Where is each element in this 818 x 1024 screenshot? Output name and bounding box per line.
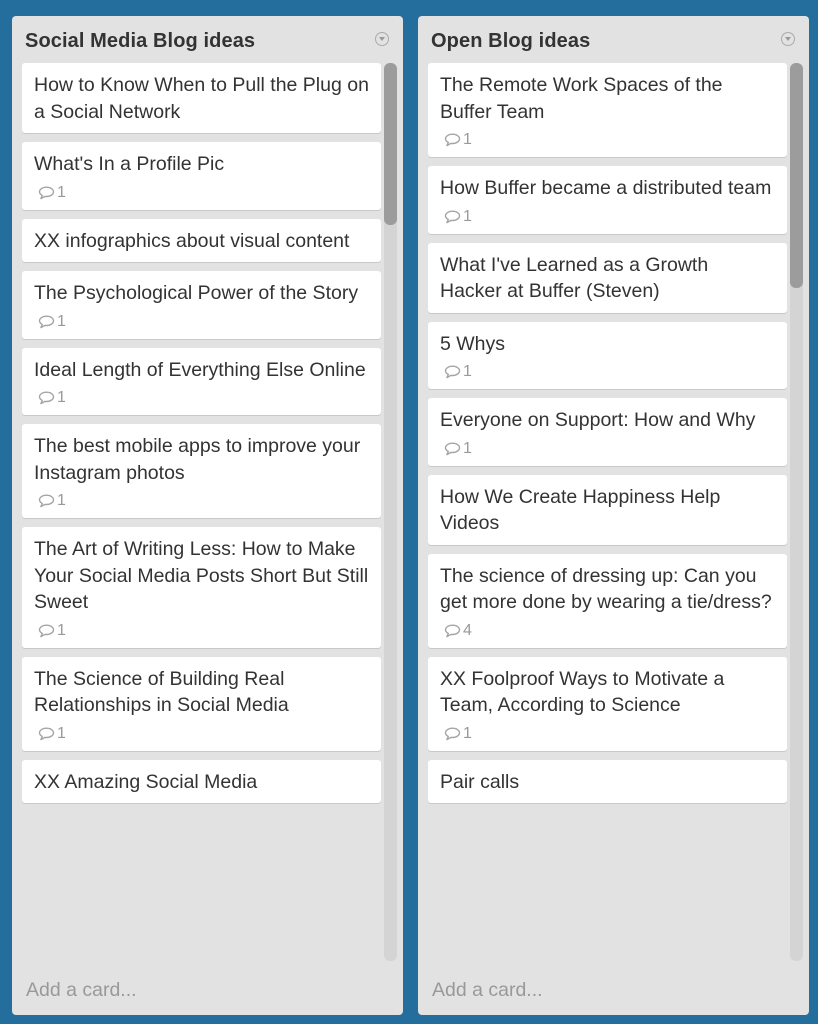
card[interactable]: The Psychological Power of the Story 1 [22,271,381,339]
scrollbar-thumb[interactable] [384,63,397,225]
card-title: The best mobile apps to improve your Ins… [34,435,361,484]
comment-icon [444,365,461,379]
card[interactable]: Pair calls [428,759,787,803]
card-title: What's In a Profile Pic [34,153,225,175]
comment-badge: 1 [440,725,775,743]
cards-container: The Remote Work Spaces of the Buffer Tea… [428,63,787,961]
comment-icon [444,727,461,740]
comment-icon [444,133,461,147]
card[interactable]: How We Create Happiness Help Videos [428,474,787,545]
card[interactable]: XX Foolproof Ways to Motivate a Team, Ac… [428,656,787,751]
card-title: What I've Learned as a Growth Hacker at … [440,253,709,303]
card[interactable]: What's In a Profile Pic 1 [22,142,381,210]
card[interactable]: The Remote Work Spaces of the Buffer Tea… [428,63,787,157]
add-card-button[interactable]: Add a card... [432,979,543,1002]
comment-count: 1 [463,207,472,225]
comment-badge: 1 [34,184,369,202]
card-title: How to Know When to Pull the Plug on a S… [34,74,369,123]
comment-icon [444,442,461,455]
comment-count: 1 [57,492,66,509]
card-title: Ideal Length of Everything Else Online [34,358,366,381]
card-title: The Art of Writing Less: How to Make You… [34,538,369,613]
comment-badge: 1 [34,725,369,743]
card-title: Everyone on Support: How and Why [440,409,756,431]
scrollbar-thumb[interactable] [790,63,803,288]
comment-icon [38,624,55,637]
card-title: How We Create Happiness Help Videos [440,485,721,535]
list-title: Social Media Blog ideas [25,30,256,52]
card-title: 5 Whys [440,332,506,355]
comment-badge: 1 [34,389,369,407]
cards-container: How to Know When to Pull the Plug on a S… [22,63,381,961]
comment-count: 1 [57,724,66,742]
comment-count: 1 [463,131,472,148]
comment-count: 1 [463,724,472,742]
card[interactable]: The best mobile apps to improve your Ins… [22,424,381,518]
add-card-button[interactable]: Add a card... [26,979,137,1002]
comment-count: 1 [57,183,66,201]
comment-badge: 1 [440,440,775,458]
card-title: XX Foolproof Ways to Motivate a Team, Ac… [440,667,725,717]
card[interactable]: The Art of Writing Less: How to Make You… [22,527,381,648]
list-header: Open Blog ideas [431,28,799,54]
comment-icon [38,315,55,328]
card-title: The Science of Building Real Relationshi… [34,667,289,717]
comment-icon [38,727,55,740]
chevron-down-circle-icon[interactable] [781,32,795,46]
card-title: How Buffer became a distributed team [440,177,772,199]
list-title: Open Blog ideas [431,30,591,52]
comment-badge: 1 [34,622,369,640]
comment-icon [38,494,55,508]
scrollbar[interactable] [384,63,397,961]
comment-badge: 4 [440,622,775,640]
scrollbar[interactable] [790,63,803,961]
comment-count: 1 [57,312,66,330]
comment-count: 1 [57,621,66,639]
card-title: The Psychological Power of the Story [34,282,359,304]
card[interactable]: XX infographics about visual content [22,218,381,262]
comment-count: 1 [463,439,472,457]
card[interactable]: XX Amazing Social Media [22,759,381,803]
card[interactable]: Everyone on Support: How and Why 1 [428,398,787,466]
list-header: Social Media Blog ideas [25,28,393,54]
comment-icon [38,391,55,405]
comment-count: 4 [463,621,472,639]
card[interactable]: Ideal Length of Everything Else Online 1 [22,347,381,415]
comment-count: 1 [463,363,472,380]
comment-icon [38,186,55,199]
comment-badge: 1 [440,208,775,226]
card[interactable]: The science of dressing up: Can you get … [428,553,787,648]
comment-badge: 1 [440,131,775,149]
card-title: XX Amazing Social Media [34,770,258,793]
comment-badge: 1 [440,363,775,381]
chevron-down-circle-icon[interactable] [375,32,389,46]
comment-icon [444,210,461,223]
card[interactable]: 5 Whys 1 [428,321,787,389]
comment-icon [444,624,461,637]
card-title: XX infographics about visual content [34,229,350,252]
card[interactable]: The Science of Building Real Relationshi… [22,656,381,751]
list-open-blog-ideas: Open Blog ideas The Remote Work Spaces o… [418,16,809,1015]
card-title: Pair calls [440,770,520,793]
card[interactable]: How to Know When to Pull the Plug on a S… [22,63,381,133]
list-social-media-blog-ideas: Social Media Blog ideas How to Know When… [12,16,403,1015]
comment-count: 1 [57,389,66,406]
comment-badge: 1 [34,492,369,510]
card[interactable]: How Buffer became a distributed team 1 [428,166,787,234]
card-title: The science of dressing up: Can you get … [440,564,772,614]
comment-badge: 1 [34,313,369,331]
card-title: The Remote Work Spaces of the Buffer Tea… [440,74,723,123]
card[interactable]: What I've Learned as a Growth Hacker at … [428,242,787,313]
